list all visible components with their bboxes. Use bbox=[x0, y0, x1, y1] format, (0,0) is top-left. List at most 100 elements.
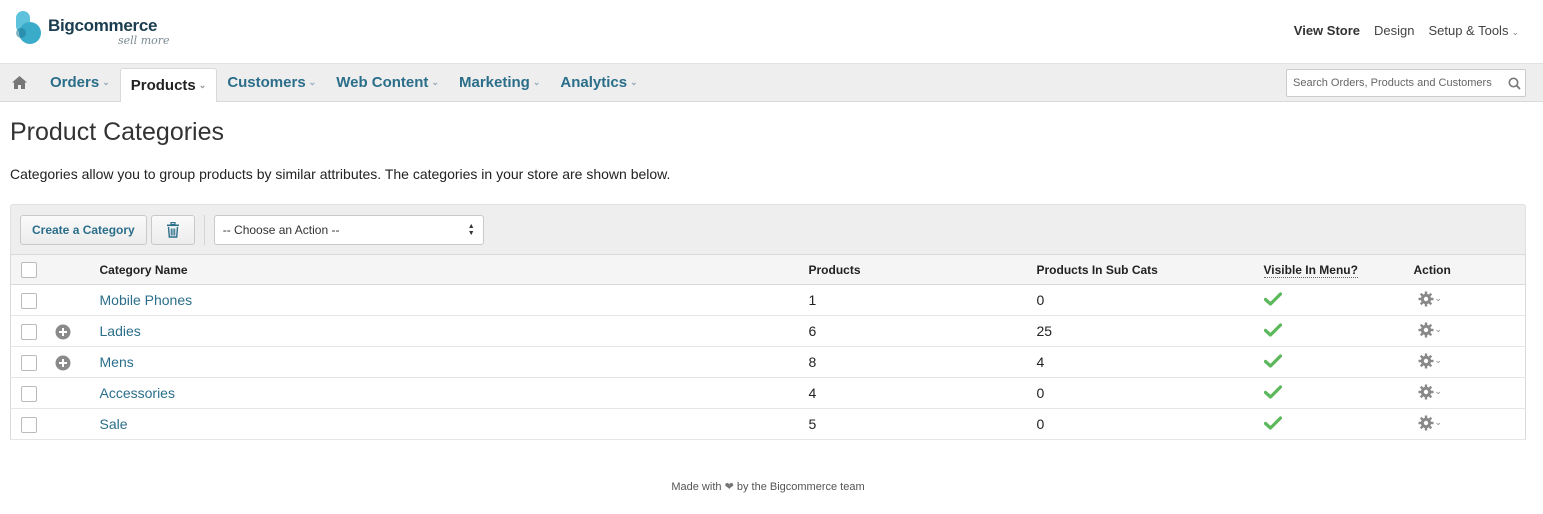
chevron-down-icon: ⌄ bbox=[198, 80, 207, 90]
chevron-down-icon: ⌄ bbox=[1511, 27, 1519, 37]
row-action-menu[interactable]: ⌄ bbox=[1418, 415, 1443, 431]
chevron-down-icon: ⌄ bbox=[1434, 293, 1443, 303]
chevron-down-icon: ⌄ bbox=[1434, 386, 1443, 396]
products-count: 6 bbox=[808, 323, 817, 339]
footer: Made with ❤ by the Bigcommerce team bbox=[0, 480, 1536, 493]
heart-icon: ❤ bbox=[724, 481, 734, 493]
main-nav: Orders ⌄ Products ⌄ Customers ⌄ Web Content… bbox=[0, 63, 1543, 102]
visible-check-icon[interactable] bbox=[1263, 353, 1282, 368]
search-input[interactable] bbox=[1287, 77, 1503, 89]
footer-suffix: by the Bigcommerce team bbox=[736, 481, 865, 493]
expand-plus-icon[interactable] bbox=[55, 324, 71, 340]
trash-icon bbox=[166, 221, 179, 238]
design-link[interactable]: Design bbox=[1374, 23, 1414, 38]
categories-panel: Create a Category -- Choose an Action --… bbox=[10, 204, 1526, 440]
footer-prefix: Made with bbox=[671, 481, 722, 493]
row-action-menu[interactable]: ⌄ bbox=[1418, 384, 1443, 400]
row-checkbox[interactable] bbox=[21, 323, 37, 340]
nav-marketing[interactable]: Marketing ⌄ bbox=[449, 64, 550, 101]
visible-check-icon[interactable] bbox=[1263, 291, 1282, 306]
table-toolbar: Create a Category -- Choose an Action --… bbox=[10, 204, 1526, 254]
table-row: Mens 8 4 ⌄ bbox=[10, 347, 1526, 378]
global-search bbox=[1286, 69, 1526, 97]
home-nav[interactable] bbox=[8, 64, 30, 101]
create-category-button[interactable]: Create a Category bbox=[20, 214, 147, 245]
chevron-down-icon: ⌄ bbox=[1434, 324, 1443, 334]
category-name-link[interactable]: Sale bbox=[100, 416, 128, 432]
chevron-down-icon: ⌄ bbox=[532, 77, 541, 87]
bigcommerce-logo[interactable]: Bigcommerce sell more bbox=[16, 11, 170, 47]
nav-web-content[interactable]: Web Content ⌄ bbox=[326, 64, 449, 101]
nav-customers[interactable]: Customers ⌄ bbox=[217, 64, 326, 101]
category-name-link[interactable]: Accessories bbox=[100, 385, 175, 401]
products-count: 1 bbox=[808, 292, 817, 308]
brand-name: Bigcommerce bbox=[48, 16, 158, 35]
nav-products-label: Products bbox=[130, 77, 196, 94]
chevron-down-icon: ⌄ bbox=[102, 77, 110, 87]
gear-icon bbox=[1418, 291, 1433, 306]
expand-plus-icon[interactable] bbox=[55, 355, 71, 371]
setup-tools-menu[interactable]: Setup & Tools ⌄ bbox=[1428, 23, 1519, 38]
visible-check-icon[interactable] bbox=[1263, 322, 1282, 337]
row-checkbox[interactable] bbox=[21, 292, 37, 309]
toolbar-divider bbox=[203, 214, 205, 245]
row-action-menu[interactable]: ⌄ bbox=[1418, 322, 1443, 338]
category-name-link[interactable]: Mobile Phones bbox=[100, 292, 193, 308]
sub-cats-count: 4 bbox=[1036, 354, 1045, 370]
logo-mark-icon bbox=[16, 11, 42, 47]
action-select-value: -- Choose an Action -- bbox=[222, 222, 340, 237]
top-header: Bigcommerce sell more View Store Design … bbox=[0, 0, 1543, 63]
nav-orders-label: Orders bbox=[50, 74, 100, 91]
gear-icon bbox=[1418, 415, 1433, 430]
chevron-down-icon: ⌄ bbox=[1434, 417, 1443, 427]
row-action-menu[interactable]: ⌄ bbox=[1418, 353, 1443, 369]
page-description: Categories allow you to group products b… bbox=[10, 166, 671, 182]
chevron-down-icon: ⌄ bbox=[1434, 355, 1443, 365]
nav-marketing-label: Marketing bbox=[458, 74, 530, 91]
nav-customers-label: Customers bbox=[227, 74, 306, 91]
products-count: 5 bbox=[808, 416, 817, 432]
select-arrows-icon: ▲ ▼ bbox=[467, 222, 475, 237]
table-row: Mobile Phones 1 0 ⌄ bbox=[10, 285, 1526, 316]
row-checkbox[interactable] bbox=[21, 354, 37, 371]
row-action-menu[interactable]: ⌄ bbox=[1418, 291, 1443, 307]
category-name-link[interactable]: Mens bbox=[100, 354, 134, 370]
gear-icon bbox=[1418, 353, 1433, 368]
header-visible: Visible In Menu? bbox=[1263, 262, 1358, 278]
home-icon bbox=[11, 76, 27, 89]
sub-cats-count: 0 bbox=[1036, 385, 1045, 401]
header-products[interactable]: Products bbox=[808, 254, 1037, 285]
gear-icon bbox=[1418, 322, 1433, 337]
header-sub-cats[interactable]: Products In Sub Cats bbox=[1036, 254, 1264, 285]
header-category-name[interactable]: Category Name bbox=[99, 254, 809, 285]
search-icon[interactable] bbox=[1503, 77, 1525, 90]
nav-web-content-label: Web Content bbox=[336, 74, 429, 91]
nav-products[interactable]: Products ⌄ bbox=[119, 68, 218, 102]
delete-button[interactable] bbox=[150, 214, 195, 245]
select-all-checkbox[interactable] bbox=[21, 261, 37, 278]
setup-tools-label: Setup & Tools bbox=[1428, 23, 1509, 38]
category-name-link[interactable]: Ladies bbox=[100, 323, 141, 339]
table-row: Ladies 6 25 ⌄ bbox=[10, 316, 1526, 347]
gear-icon bbox=[1418, 384, 1433, 399]
sub-cats-count: 0 bbox=[1036, 292, 1045, 308]
products-count: 4 bbox=[808, 385, 817, 401]
sub-cats-count: 25 bbox=[1036, 323, 1053, 339]
row-checkbox[interactable] bbox=[21, 385, 37, 402]
nav-analytics[interactable]: Analytics ⌄ bbox=[550, 64, 647, 101]
page-title: Product Categories bbox=[10, 118, 225, 146]
visible-check-icon[interactable] bbox=[1263, 415, 1282, 430]
table-header-row: Category Name Products Products In Sub C… bbox=[10, 254, 1526, 285]
sub-cats-count: 0 bbox=[1036, 416, 1045, 432]
top-links: View Store Design Setup & Tools ⌄ bbox=[1294, 23, 1519, 38]
table-row: Accessories 4 0 ⌄ bbox=[10, 378, 1526, 409]
view-store-link[interactable]: View Store bbox=[1294, 23, 1360, 38]
action-select[interactable]: -- Choose an Action -- ▲ ▼ bbox=[213, 214, 484, 245]
brand-tagline: sell more bbox=[118, 34, 170, 47]
chevron-down-icon: ⌄ bbox=[630, 77, 638, 87]
nav-orders[interactable]: Orders ⌄ bbox=[40, 64, 120, 101]
header-action: Action bbox=[1413, 254, 1526, 285]
visible-check-icon[interactable] bbox=[1263, 384, 1282, 399]
row-checkbox[interactable] bbox=[21, 416, 37, 433]
products-count: 8 bbox=[808, 354, 817, 370]
